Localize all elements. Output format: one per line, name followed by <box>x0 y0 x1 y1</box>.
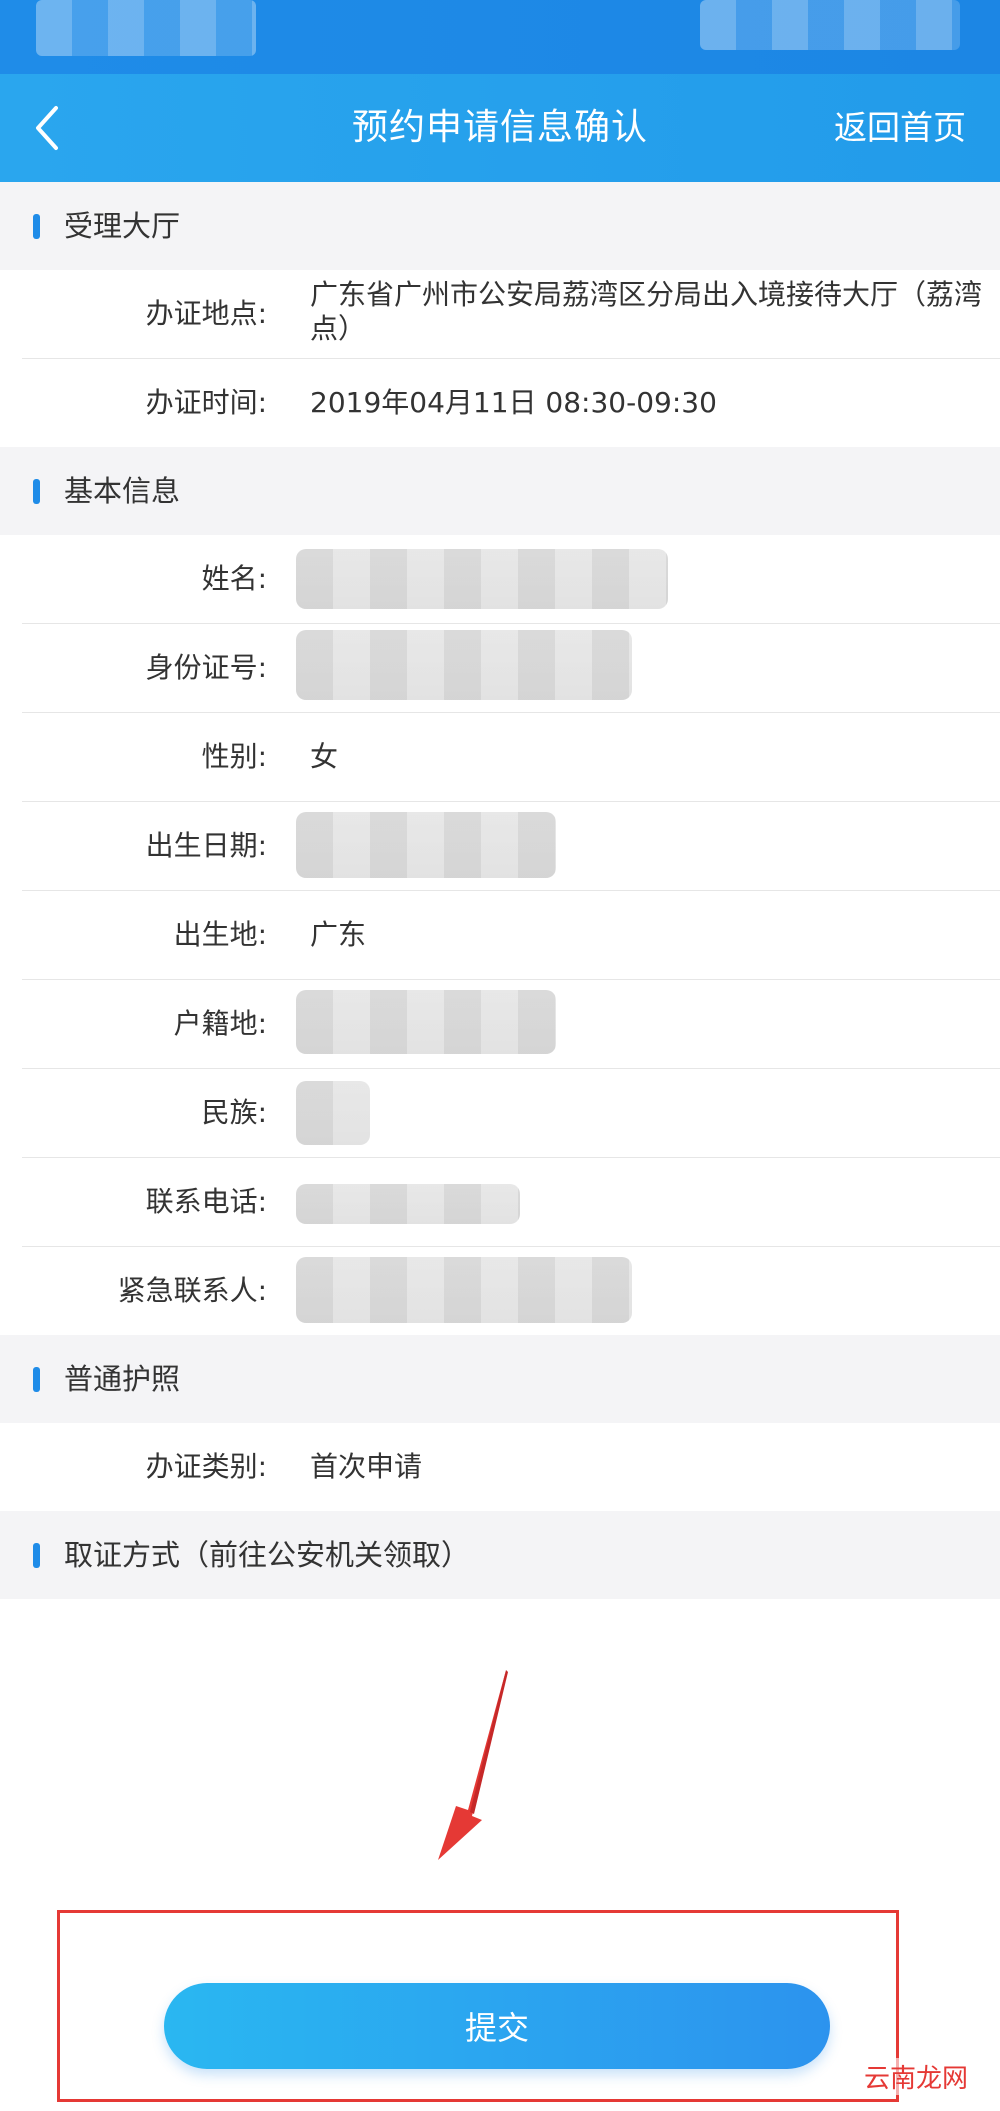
row-birthdate: 出生日期: <box>22 802 1000 891</box>
submit-button[interactable]: 提交 <box>164 1983 830 2069</box>
section-title: 基本信息 <box>64 474 181 508</box>
row-emergency-contact: 紧急联系人: <box>22 1247 1000 1335</box>
birthplace-label: 出生地: <box>173 918 267 951</box>
row-gender: 性别: 女 <box>22 713 1000 802</box>
status-bar <box>0 0 1000 74</box>
section-hall: 受理大厅 <box>0 182 1000 270</box>
application-type-value: 首次申请 <box>310 1450 423 1483</box>
row-name: 姓名: <box>22 535 1000 624</box>
status-right-blurred <box>700 0 960 50</box>
section-title: 取证方式（前往公安机关领取） <box>64 1538 471 1572</box>
annotation-arrow-icon <box>438 1670 508 1860</box>
row-household: 户籍地: <box>22 980 1000 1069</box>
section-marker <box>33 479 40 504</box>
section-title: 普通护照 <box>64 1362 181 1396</box>
section-pickup-method: 取证方式（前往公安机关领取） <box>0 1511 1000 1599</box>
row-birthplace: 出生地: 广东 <box>22 891 1000 980</box>
emergency-contact-label: 紧急联系人: <box>117 1274 267 1307</box>
section-marker <box>33 1367 40 1392</box>
row-phone: 联系电话: <box>22 1158 1000 1247</box>
gender-label: 性别: <box>201 740 267 773</box>
watermark: 云南龙网 <box>864 2058 969 2095</box>
household-label: 户籍地: <box>173 1007 267 1040</box>
section-basic-info: 基本信息 <box>0 447 1000 535</box>
phone-label: 联系电话: <box>145 1185 267 1218</box>
location-label: 办证地点: <box>145 297 267 330</box>
return-home-link[interactable]: 返回首页 <box>834 74 966 182</box>
section-marker <box>33 1543 40 1568</box>
nav-bar: 预约申请信息确认 返回首页 <box>0 74 1000 182</box>
row-location: 办证地点: 广东省广州市公安局荔湾区分局出入境接待大厅（荔湾点） <box>22 270 1000 359</box>
application-type-label: 办证类别: <box>145 1450 267 1483</box>
household-value-redacted <box>296 990 556 1054</box>
birthdate-label: 出生日期: <box>145 829 267 862</box>
location-value: 广东省广州市公安局荔湾区分局出入境接待大厅（荔湾点） <box>310 278 983 345</box>
id-number-label: 身份证号: <box>145 651 267 684</box>
name-label: 姓名: <box>201 562 267 595</box>
row-ethnicity: 民族: <box>22 1069 1000 1158</box>
section-passport: 普通护照 <box>0 1335 1000 1423</box>
status-left-blurred <box>36 0 256 56</box>
emergency-contact-value-redacted <box>296 1257 632 1323</box>
row-application-type: 办证类别: 首次申请 <box>22 1423 1000 1511</box>
birthdate-value-redacted <box>296 812 556 878</box>
birthplace-value: 广东 <box>310 918 367 951</box>
section-marker <box>33 214 40 239</box>
name-value-redacted <box>296 549 668 609</box>
ethnicity-label: 民族: <box>201 1096 267 1129</box>
row-id-number: 身份证号: <box>22 624 1000 713</box>
gender-value: 女 <box>310 740 339 773</box>
phone-value-redacted <box>296 1184 520 1224</box>
time-value: 2019年04月11日 08:30-09:30 <box>310 386 717 419</box>
time-label: 办证时间: <box>145 386 267 419</box>
id-number-value-redacted <box>296 630 632 700</box>
ethnicity-value-redacted <box>296 1081 370 1145</box>
section-title: 受理大厅 <box>64 209 181 243</box>
row-time: 办证时间: 2019年04月11日 08:30-09:30 <box>22 359 1000 447</box>
